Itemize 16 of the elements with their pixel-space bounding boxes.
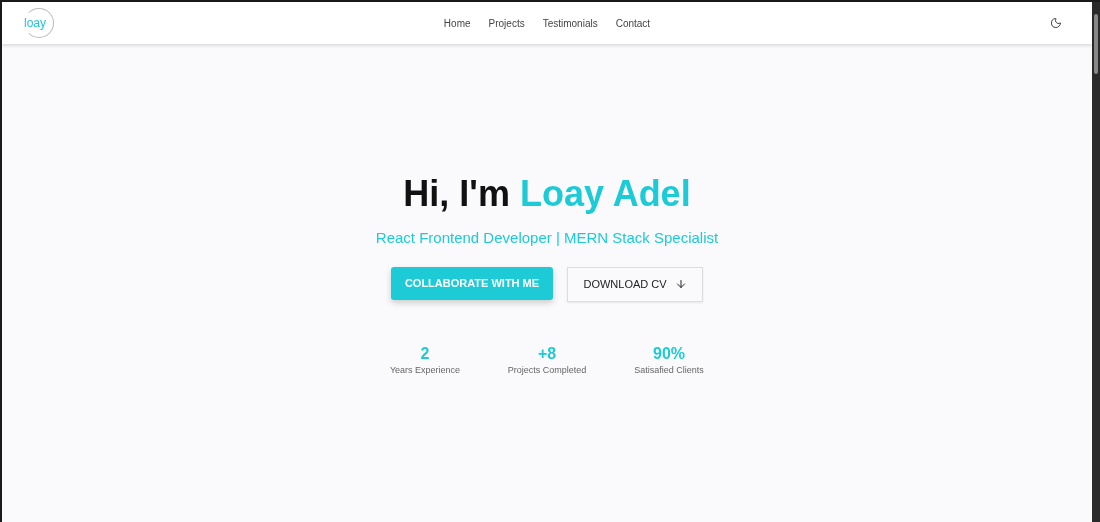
nav-link[interactable]: Testimonials — [542, 15, 598, 31]
nav-link[interactable]: Contact — [615, 15, 651, 31]
stat-label: Years Experience — [389, 363, 461, 377]
dark-mode-icon[interactable] — [1050, 17, 1062, 29]
stat-label: Projects Completed — [507, 363, 587, 377]
arrow-down-icon — [674, 278, 687, 290]
nav-link[interactable]: Projects — [488, 15, 525, 31]
scrollbar[interactable] — [1092, 2, 1100, 522]
hero-heading: Hi, I'm Loay Adel — [403, 176, 691, 212]
stat-value: 2 — [420, 343, 430, 364]
nav-link[interactable]: Home — [443, 15, 471, 31]
hero-subtitle: React Frontend Developer | MERN Stack Specialist — [375, 228, 719, 248]
download-cv-button[interactable]: DOWNLOAD CV — [567, 266, 703, 302]
stat-value: 90% — [653, 343, 685, 364]
stat-label: Satisafied Clients — [634, 363, 704, 377]
stat-value: +8 — [537, 343, 557, 364]
